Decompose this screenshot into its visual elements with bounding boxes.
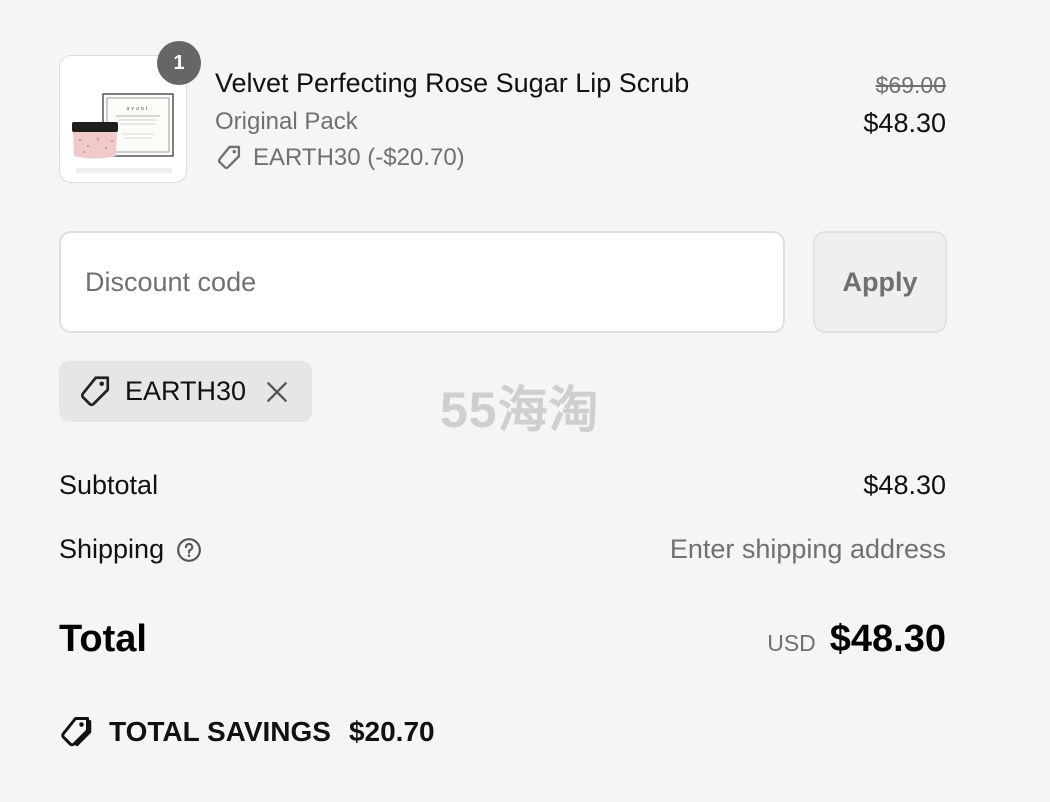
product-name: Velvet Perfecting Rose Sugar Lip Scrub [215,68,690,98]
help-icon[interactable] [176,537,202,563]
currency-code: USD [767,630,816,656]
total-value: USD $48.30 [767,618,946,661]
subtotal-label: Subtotal [59,470,159,500]
quantity-badge: 1 [157,41,201,85]
total-label: Total [59,618,147,660]
line-item-discount-label: EARTH30 (-$20.70) [253,144,465,171]
shipping-value: Enter shipping address [669,534,946,564]
subtotal-value: $48.30 [863,470,946,500]
watermark-text: 55海淘 [440,382,600,438]
close-icon[interactable] [264,379,290,405]
subtotal-row: Subtotal [59,470,158,501]
shipping-row: Shipping [59,534,202,565]
svg-text:avant: avant [127,106,150,112]
applied-discount-code: EARTH30 [125,376,247,406]
line-item-discount: EARTH30 (-$20.70) [215,144,465,172]
original-price: $69.00 [875,72,946,98]
order-summary: avant 1 Velvet Perfecting Rose Sugar Lip… [0,0,1050,802]
total-amount: $48.30 [829,618,946,660]
total-savings-label: TOTAL SAVINGS [109,716,331,747]
savings-tag-icon [61,717,92,747]
total-savings-amount: $20.70 [348,716,435,747]
total-savings: TOTAL SAVINGS $20.70 [59,714,435,750]
product-variant: Original Pack [215,108,358,135]
tag-icon [217,145,241,170]
tag-icon [80,375,110,406]
remove-discount-button[interactable] [264,379,290,405]
applied-discount-chip: EARTH30 [59,361,312,422]
apply-button[interactable]: Apply [813,231,947,333]
shipping-label: Shipping [59,534,165,564]
line-item-price: $48.30 [863,108,946,138]
discount-code-input[interactable] [59,231,785,333]
